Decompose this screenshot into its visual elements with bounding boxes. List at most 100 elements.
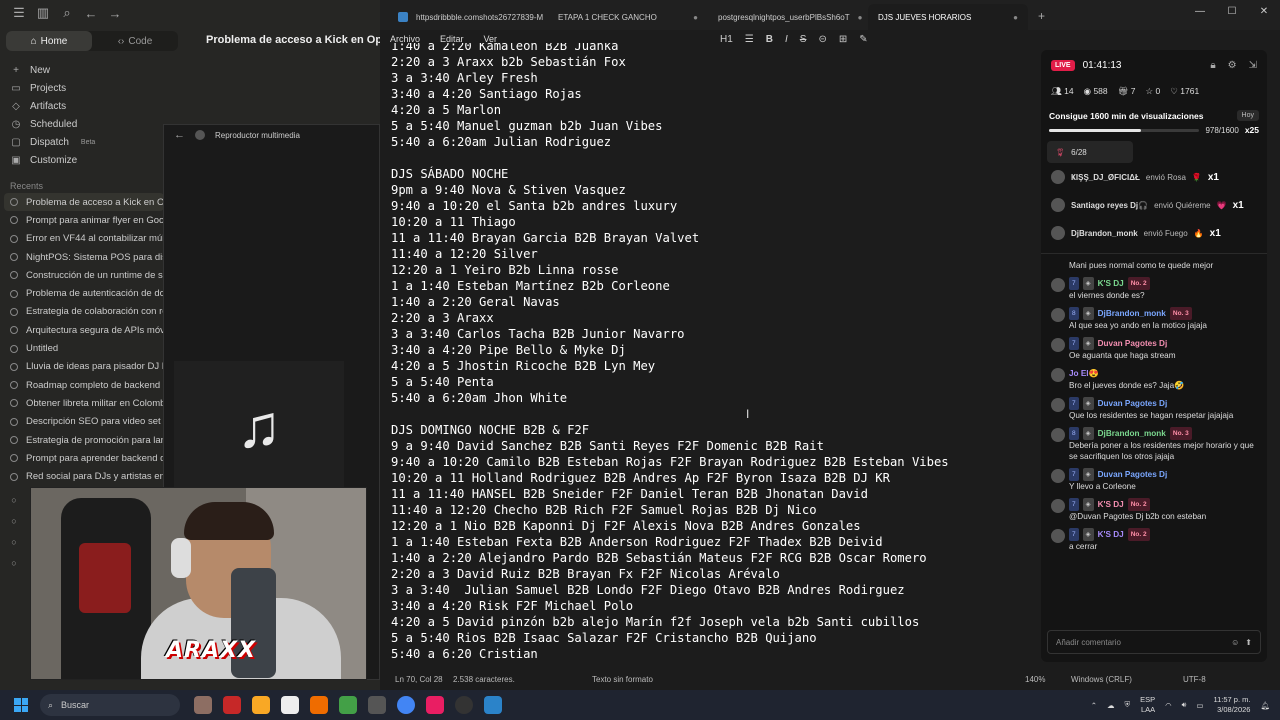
line-ending[interactable]: Windows (CRLF) <box>1071 675 1132 684</box>
sidebar-item-customize[interactable]: ▣ Customize <box>4 151 180 169</box>
gift-counter[interactable]: 🌹︎ 6/28 <box>1047 141 1133 163</box>
recent-chat-item[interactable]: Arquitectura segura de APIs móviles <box>4 321 164 339</box>
shield-icon[interactable]: ⛨ <box>1124 700 1130 710</box>
avatar[interactable] <box>1051 198 1065 212</box>
recent-chat-item[interactable]: Construcción de un runtime de sistema <box>4 266 164 284</box>
recent-chat-item[interactable]: Descripción SEO para video set de <box>4 413 164 431</box>
app-icon-tiktok[interactable] <box>426 696 444 714</box>
minimize-icon[interactable]: — <box>1184 0 1216 22</box>
tab-postgresql[interactable]: postgresqlnightpos_userbPlBsSh6oT ● <box>708 4 868 30</box>
app-icon-media[interactable] <box>455 696 473 714</box>
circle-icon[interactable]: ○ <box>11 558 16 568</box>
recent-chat-item[interactable]: Prompt para animar flyer en Google <box>4 211 164 229</box>
chevron-up-icon[interactable]: ⌃ <box>1091 701 1097 710</box>
app-icon-claude[interactable] <box>310 696 328 714</box>
goal-period-badge[interactable]: Hoy <box>1236 110 1259 121</box>
tab-djs-jueves[interactable]: DJS JUEVES HORARIOS ● <box>868 4 1028 30</box>
menu-icon[interactable]: ☰ <box>12 5 26 21</box>
search-icon[interactable]: ⌕ <box>60 5 74 21</box>
avatar[interactable] <box>1051 368 1065 382</box>
recent-chat-item[interactable]: Untitled <box>4 339 164 357</box>
app-icon-whatsapp[interactable] <box>339 696 357 714</box>
chat-username[interactable]: K'S DJ <box>1098 499 1124 510</box>
avatar[interactable] <box>1051 278 1065 292</box>
app-icon-chrome[interactable] <box>397 696 415 714</box>
recent-chat-item[interactable]: Prompt para aprender backend de <box>4 449 164 467</box>
emoji-icon[interactable]: ☺ <box>1231 638 1239 647</box>
avatar[interactable] <box>1051 308 1065 322</box>
chat-username[interactable]: Jo El😍 <box>1069 368 1099 379</box>
conversation-title[interactable]: Problema de acceso a Kick en Opera <box>206 34 399 46</box>
avatar[interactable] <box>1051 226 1065 240</box>
notification-bell-icon[interactable]: 🔔︎ <box>1260 701 1270 710</box>
encoding[interactable]: UTF-8 <box>1183 675 1206 684</box>
unsaved-dot-icon[interactable]: ● <box>1013 13 1018 22</box>
chat-username[interactable]: DjBrandon_monk <box>1098 428 1166 439</box>
tab-home[interactable]: ⌂ Home <box>6 31 92 51</box>
recent-chat-item[interactable]: Roadmap completo de backend de <box>4 376 164 394</box>
gift-username[interactable]: DjBrandon_monk <box>1071 229 1138 238</box>
taskbar-clock[interactable]: 11:57 p. m. 3/08/2026 <box>1214 695 1251 715</box>
volume-icon[interactable]: 🔊︎ <box>1182 700 1187 710</box>
sidebar-item-artifacts[interactable]: ◇ Artifacts <box>4 97 180 115</box>
popout-icon[interactable]: ⇲ <box>1249 60 1257 71</box>
forward-arrow-icon[interactable]: → <box>108 6 122 21</box>
taskbar-search[interactable]: ⌕ Buscar <box>40 694 180 716</box>
cloud-icon[interactable]: ☁ <box>1107 701 1115 710</box>
app-icon-github[interactable] <box>368 696 386 714</box>
recent-chat-item[interactable]: Red social para DJs y artistas emergente… <box>4 467 164 485</box>
app-icon-opera[interactable] <box>223 696 241 714</box>
circle-icon[interactable]: ○ <box>11 537 16 547</box>
sidebar-item-scheduled[interactable]: ◷ Scheduled <box>4 115 180 133</box>
chat-username[interactable]: K'S DJ <box>1098 529 1124 540</box>
recent-chat-item[interactable]: Obtener libreta militar en Colombia <box>4 394 164 412</box>
app-icon-files[interactable] <box>194 696 212 714</box>
recent-chat-item[interactable]: Estrategia de promoción para lanzamiento <box>4 431 164 449</box>
app-icon-folder[interactable] <box>252 696 270 714</box>
chat-username[interactable]: Duvan Pagotes Dj <box>1098 338 1168 349</box>
zoom-level[interactable]: 140% <box>1025 675 1045 684</box>
windows-start-icon[interactable] <box>14 698 28 712</box>
avatar[interactable] <box>1051 338 1065 352</box>
chat-username[interactable]: Duvan Pagotes Dj <box>1098 398 1168 409</box>
sidebar-item-new[interactable]: + New <box>4 61 180 79</box>
sidebar-toggle-icon[interactable]: ▥ <box>36 5 50 21</box>
send-icon[interactable]: ⬆ <box>1245 638 1252 647</box>
avatar[interactable] <box>1051 469 1065 483</box>
back-arrow-icon[interactable]: ← <box>174 129 185 141</box>
avatar[interactable] <box>1051 170 1065 184</box>
chat-username[interactable]: K'S DJ <box>1098 278 1124 289</box>
unsaved-dot-icon[interactable]: ● <box>858 13 863 22</box>
chat-username[interactable]: Duvan Pagotes Dj <box>1098 469 1168 480</box>
avatar[interactable] <box>1051 529 1065 543</box>
battery-icon[interactable]: ▭ <box>1196 701 1203 710</box>
app-icon-notepad[interactable] <box>484 696 502 714</box>
circle-icon[interactable]: ○ <box>11 495 16 505</box>
app-icon-notes[interactable] <box>281 696 299 714</box>
recent-chat-item[interactable]: NightPOS: Sistema POS para discotecas <box>4 248 164 266</box>
gift-username[interactable]: ҜIŞŞ_DJ_ØFICIΔŁ <box>1071 173 1140 182</box>
chat-input[interactable]: Añadir comentario ☺ ⬆ <box>1047 630 1261 654</box>
avatar[interactable] <box>1051 398 1065 412</box>
recent-chat-item[interactable]: Lluvia de ideas para pisador DJ B2B <box>4 358 164 376</box>
tab-code[interactable]: ‹› Code <box>92 31 178 51</box>
chat-username[interactable]: DjBrandon_monk <box>1098 308 1166 319</box>
avatar[interactable] <box>1051 499 1065 513</box>
new-tab-button[interactable]: + <box>1028 9 1055 30</box>
avatar[interactable] <box>1051 428 1065 442</box>
recent-chat-item[interactable]: Estrategia de colaboración con rol <box>4 303 164 321</box>
lock-icon[interactable]: 🔒︎ <box>1210 60 1215 71</box>
close-icon[interactable]: ✕ <box>1248 0 1280 22</box>
language-indicator[interactable]: ESP LAA <box>1140 695 1155 715</box>
gift-username[interactable]: Santiago reyes Dj🎧 <box>1071 201 1148 210</box>
settings-icon[interactable]: ⚙ <box>1228 60 1237 71</box>
sidebar-item-dispatch[interactable]: ▢ Dispatch Beta <box>4 133 180 151</box>
unsaved-dot-icon[interactable]: ● <box>693 13 698 22</box>
wifi-icon[interactable]: ◠ <box>1165 701 1172 710</box>
circle-icon[interactable]: ○ <box>11 516 16 526</box>
recent-chat-item[interactable]: Error en VF44 al contabilizar múltiples <box>4 230 164 248</box>
tab-etapa[interactable]: ETAPA 1 CHECK GANCHO ● <box>548 4 708 30</box>
recent-chat-item[interactable]: Problema de acceso a Kick en Opera <box>4 193 164 212</box>
back-arrow-icon[interactable]: ← <box>84 6 98 21</box>
tab-dribbble[interactable]: httpsdribbble.comshots26727839-M <box>388 4 548 30</box>
